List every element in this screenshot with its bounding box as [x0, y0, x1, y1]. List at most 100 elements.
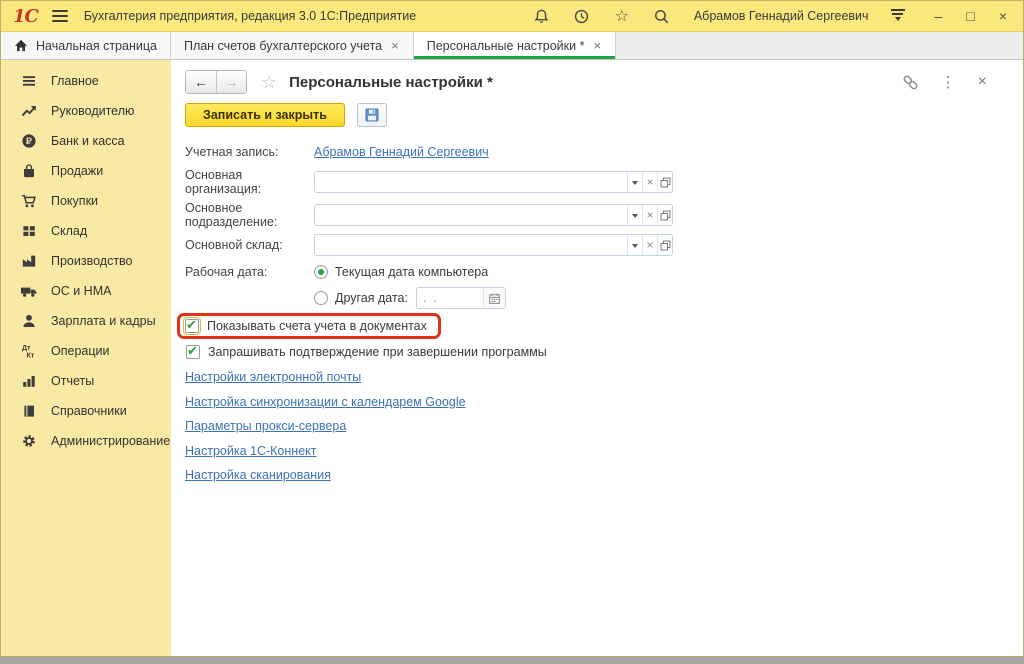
scanning-settings-link[interactable]: Настройка сканирования — [185, 468, 331, 482]
account-row: Учетная запись: Абрамов Геннадий Сергеев… — [185, 141, 1009, 163]
tab-close-icon[interactable]: × — [390, 38, 400, 53]
floppy-disk-icon — [364, 107, 380, 123]
other-date-row: Другая дата: — [185, 287, 1009, 309]
workdate-row: Рабочая дата: Текущая дата компьютера — [185, 261, 1009, 283]
current-user-button[interactable]: Абрамов Геннадий Сергеевич — [694, 9, 869, 23]
sidebar-item-administration[interactable]: Администрирование — [1, 426, 171, 456]
window-controls: – □ × — [935, 9, 1013, 23]
sidebar-item-sales[interactable]: Продажи — [1, 156, 171, 186]
open-item-icon[interactable] — [657, 172, 672, 192]
organization-combobox: × — [314, 171, 673, 193]
bar-chart-icon — [20, 373, 38, 389]
app-window: 1С Бухгалтерия предприятия, редакция 3.0… — [0, 0, 1024, 664]
department-row: Основное подразделение: × — [185, 201, 1009, 229]
titlebar-right-group: ☆ Абрамов Геннадий Сергеевич – □ × — [532, 6, 1013, 26]
dropdown-arrow-icon[interactable] — [627, 172, 642, 192]
open-item-icon[interactable] — [657, 205, 672, 225]
person-icon — [20, 313, 38, 329]
confirm-exit-checkbox[interactable]: ✔ — [186, 345, 200, 359]
search-icon[interactable] — [652, 6, 672, 26]
sidebar-item-production[interactable]: Производство — [1, 246, 171, 276]
show-accounts-checkbox[interactable]: ✔ — [185, 319, 199, 333]
sidebar-item-manager[interactable]: Руководителю — [1, 96, 171, 126]
current-date-radio[interactable] — [314, 265, 328, 279]
sidebar-item-label: ОС и НМА — [51, 284, 111, 298]
service-settings-menu-icon[interactable] — [891, 9, 905, 24]
home-icon — [14, 39, 28, 52]
sidebar-item-main[interactable]: Главное — [1, 66, 171, 96]
sidebar-item-operations[interactable]: ДтКт Операции — [1, 336, 171, 366]
warehouse-input[interactable] — [315, 235, 627, 255]
sidebar-item-label: Банк и касса — [51, 134, 125, 148]
svg-text:Дт: Дт — [22, 345, 31, 352]
dropdown-arrow-icon[interactable] — [627, 235, 642, 255]
history-icon[interactable] — [572, 6, 592, 26]
notifications-bell-icon[interactable] — [532, 6, 552, 26]
email-settings-link[interactable]: Настройки электронной почты — [185, 370, 361, 384]
maximize-button[interactable]: □ — [966, 9, 974, 23]
back-button[interactable]: ← — [186, 71, 216, 93]
warehouse-row: Основной склад: × — [185, 234, 1009, 256]
tab-label: План счетов бухгалтерского учета — [184, 39, 382, 53]
book-icon — [20, 403, 38, 419]
clear-field-icon[interactable]: × — [642, 235, 657, 255]
dropdown-arrow-icon[interactable] — [627, 205, 642, 225]
close-window-button[interactable]: × — [999, 9, 1007, 23]
tab-close-icon[interactable]: × — [592, 38, 602, 53]
google-calendar-sync-link[interactable]: Настройка синхронизации с календарем Goo… — [185, 395, 466, 409]
trend-icon — [20, 103, 38, 119]
account-user-link[interactable]: Абрамов Геннадий Сергеевич — [314, 145, 489, 159]
save-button[interactable] — [357, 103, 387, 127]
sidebar-item-payroll-hr[interactable]: Зарплата и кадры — [1, 306, 171, 336]
forward-button[interactable]: → — [216, 71, 246, 93]
sidebar-item-label: Операции — [51, 344, 109, 358]
menu-icon — [20, 73, 38, 89]
sections-sidebar: Главное Руководителю P Банк и касса Прод… — [1, 60, 171, 656]
highlight-annotation-box: ✔ Показывать счета учета в документах — [177, 313, 441, 339]
favorites-star-icon[interactable]: ☆ — [612, 6, 632, 26]
confirm-exit-row: ✔ Запрашивать подтверждение при завершен… — [186, 345, 1009, 359]
1c-connect-settings-link[interactable]: Настройка 1С-Коннект — [185, 444, 316, 458]
organization-label: Основная организация: — [185, 168, 314, 196]
minimize-button[interactable]: – — [935, 9, 943, 23]
add-to-favorites-star-icon[interactable]: ☆ — [261, 72, 277, 93]
clear-field-icon[interactable]: × — [642, 205, 657, 225]
sidebar-item-directories[interactable]: Справочники — [1, 396, 171, 426]
get-link-icon[interactable] — [902, 74, 919, 91]
more-menu-icon[interactable]: ⋮ — [941, 73, 956, 91]
department-input[interactable] — [315, 205, 627, 225]
clear-field-icon[interactable]: × — [642, 172, 657, 192]
bag-icon — [20, 163, 38, 179]
form-header-row: ← → ☆ Персональные настройки * ⋮ × — [185, 70, 1009, 94]
sidebar-item-purchases[interactable]: Покупки — [1, 186, 171, 216]
main-menu-icon[interactable] — [52, 10, 68, 22]
tab-personal-settings[interactable]: Персональные настройки * × — [414, 32, 616, 59]
window-bottom-edge — [0, 657, 1024, 664]
sidebar-item-warehouse[interactable]: Склад — [1, 216, 171, 246]
checkmark-icon: ✔ — [186, 317, 197, 333]
other-date-field — [416, 287, 506, 309]
save-and-close-button[interactable]: Записать и закрыть — [185, 103, 345, 127]
sidebar-item-reports[interactable]: Отчеты — [1, 366, 171, 396]
other-date-radio[interactable] — [314, 291, 328, 305]
sidebar-item-bank-cash[interactable]: P Банк и касса — [1, 126, 171, 156]
close-form-icon[interactable]: × — [978, 73, 987, 91]
window-chrome: 1С Бухгалтерия предприятия, редакция 3.0… — [0, 0, 1024, 657]
tab-bar: Начальная страница План счетов бухгалтер… — [1, 32, 1023, 60]
tab-chart-of-accounts[interactable]: План счетов бухгалтерского учета × — [171, 32, 414, 59]
sidebar-item-fixed-assets[interactable]: ОС и НМА — [1, 276, 171, 306]
proxy-settings-link[interactable]: Параметры прокси-сервера — [185, 419, 346, 433]
tab-label: Начальная страница — [36, 39, 157, 53]
organization-row: Основная организация: × — [185, 168, 1009, 196]
workdate-label: Рабочая дата: — [185, 265, 314, 279]
tab-home[interactable]: Начальная страница — [1, 32, 171, 59]
department-label: Основное подразделение: — [185, 201, 314, 229]
sidebar-item-label: Зарплата и кадры — [51, 314, 156, 328]
settings-links: Настройки электронной почты Настройка си… — [185, 370, 1009, 482]
open-item-icon[interactable] — [657, 235, 672, 255]
account-label: Учетная запись: — [185, 145, 314, 159]
calendar-icon[interactable] — [483, 288, 505, 308]
other-date-input[interactable] — [417, 288, 483, 308]
organization-input[interactable] — [315, 172, 627, 192]
cart-icon — [20, 193, 38, 209]
